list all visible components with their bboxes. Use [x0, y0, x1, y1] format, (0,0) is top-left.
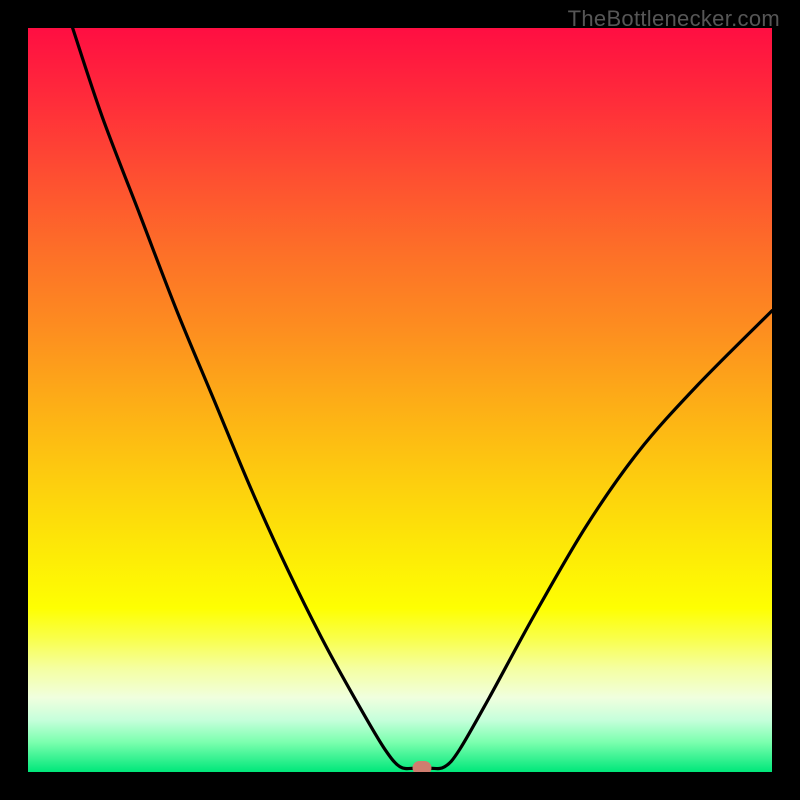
optimal-point-marker [413, 761, 432, 772]
chart-frame: TheBottlenecker.com [0, 0, 800, 800]
chart-background [28, 28, 772, 772]
plot-area [28, 28, 772, 772]
chart-svg [28, 28, 772, 772]
watermark-label: TheBottlenecker.com [568, 6, 780, 32]
